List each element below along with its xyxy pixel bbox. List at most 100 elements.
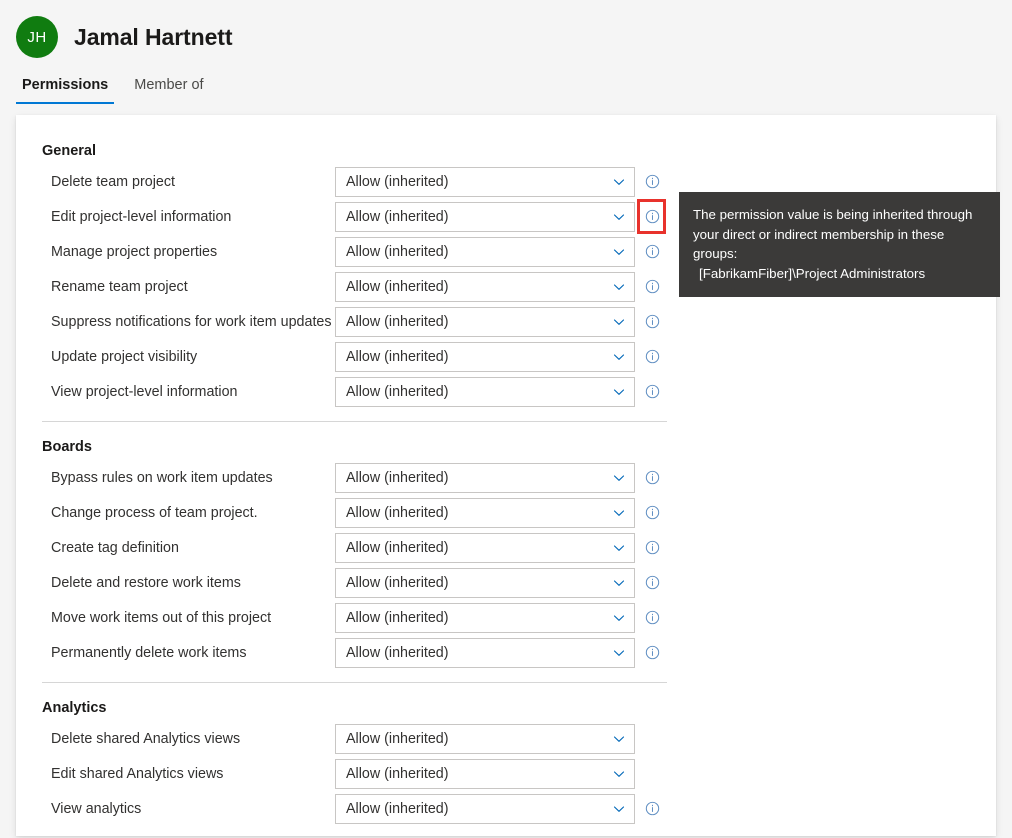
- permission-row: Move work items out of this projectAllow…: [42, 600, 694, 635]
- permission-dropdown[interactable]: Allow (inherited): [335, 533, 635, 563]
- section-title: General: [42, 143, 694, 159]
- permission-row: Change process of team project. Allow (in…: [42, 495, 694, 530]
- permission-dropdown[interactable]: Allow (inherited): [335, 794, 635, 824]
- permission-dropdown[interactable]: Allow (inherited): [335, 342, 635, 372]
- info-icon-slot: [635, 568, 669, 598]
- section-title: Boards: [42, 439, 694, 455]
- permission-dropdown-value: Allow (inherited): [346, 244, 449, 260]
- avatar: JH: [16, 16, 58, 58]
- permission-dropdown-value: Allow (inherited): [346, 505, 449, 521]
- permission-dropdown[interactable]: Allow (inherited): [335, 568, 635, 598]
- permission-control: Allow (inherited): [335, 272, 635, 302]
- chevron-down-icon: [613, 351, 625, 363]
- permission-dropdown[interactable]: Allow (inherited): [335, 724, 635, 754]
- permission-label: View analytics: [42, 801, 335, 817]
- permission-row: Create tag definition Allow (inherited): [42, 530, 694, 565]
- permission-control: Allow (inherited): [335, 568, 635, 598]
- chevron-down-icon: [613, 803, 625, 815]
- info-icon[interactable]: [645, 645, 660, 660]
- permission-control: Allow (inherited): [335, 167, 635, 197]
- chevron-down-icon: [613, 316, 625, 328]
- info-icon[interactable]: [645, 314, 660, 329]
- info-icon-slot: [635, 307, 669, 337]
- page-title: Jamal Hartnett: [74, 24, 232, 51]
- permission-row: Delete and restore work items Allow (inhe…: [42, 565, 694, 600]
- info-icon-slot: [635, 533, 669, 563]
- permission-control: Allow (inherited): [335, 759, 635, 789]
- info-icon[interactable]: [645, 384, 660, 399]
- permission-dropdown[interactable]: Allow (inherited): [335, 759, 635, 789]
- permission-label: Edit shared Analytics views: [42, 766, 335, 782]
- permission-row: Suppress notifications for work item upd…: [42, 304, 694, 339]
- permission-dropdown-value: Allow (inherited): [346, 384, 449, 400]
- info-icon-slot: [635, 463, 669, 493]
- page-header: JH Jamal Hartnett Permissions Member of: [0, 0, 1012, 108]
- permission-label: Delete shared Analytics views: [42, 731, 335, 747]
- permission-dropdown[interactable]: Allow (inherited): [335, 167, 635, 197]
- chevron-down-icon: [613, 612, 625, 624]
- section-title: Analytics: [42, 700, 694, 716]
- inheritance-tooltip: The permission value is being inherited …: [679, 192, 1000, 297]
- permission-dropdown-value: Allow (inherited): [346, 279, 449, 295]
- section-divider: [42, 421, 667, 422]
- chevron-down-icon: [613, 733, 625, 745]
- permission-section: General Delete team projectAllow (inherit…: [42, 143, 694, 409]
- info-icon[interactable]: [645, 470, 660, 485]
- permission-label: Delete and restore work items: [42, 575, 335, 591]
- info-icon[interactable]: [645, 610, 660, 625]
- permission-label: Permanently delete work items: [42, 645, 335, 661]
- tab-permissions[interactable]: Permissions: [16, 77, 114, 104]
- permission-row: Manage project propertiesAllow (inherite…: [42, 234, 694, 269]
- info-icon-slot: [635, 603, 669, 633]
- permission-dropdown[interactable]: Allow (inherited): [335, 638, 635, 668]
- chevron-down-icon: [613, 647, 625, 659]
- permission-dropdown[interactable]: Allow (inherited): [335, 498, 635, 528]
- info-icon[interactable]: [645, 801, 660, 816]
- permission-dropdown[interactable]: Allow (inherited): [335, 272, 635, 302]
- permission-dropdown[interactable]: Allow (inherited): [335, 202, 635, 232]
- info-icon[interactable]: [645, 349, 660, 364]
- info-icon[interactable]: [645, 575, 660, 590]
- chevron-down-icon: [613, 768, 625, 780]
- info-icon-slot: [635, 237, 669, 267]
- permission-dropdown[interactable]: Allow (inherited): [335, 463, 635, 493]
- chevron-down-icon: [613, 386, 625, 398]
- permission-row: Delete team projectAllow (inherited): [42, 164, 694, 199]
- permission-control: Allow (inherited): [335, 498, 635, 528]
- permission-row: Edit shared Analytics views Allow (inheri…: [42, 756, 694, 791]
- permission-label: View project-level information: [42, 384, 335, 400]
- info-icon-slot: [635, 724, 669, 754]
- info-icon[interactable]: [645, 244, 660, 259]
- tooltip-line-2: [FabrikamFiber]\Project Administrators: [693, 264, 986, 284]
- permission-label: Change process of team project.: [42, 505, 335, 521]
- permission-dropdown-value: Allow (inherited): [346, 540, 449, 556]
- info-icon-slot: [635, 759, 669, 789]
- info-icon[interactable]: [645, 505, 660, 520]
- permission-row: Update project visibilityAllow (inherite…: [42, 339, 694, 374]
- permission-label: Move work items out of this project: [42, 610, 335, 626]
- permission-dropdown[interactable]: Allow (inherited): [335, 237, 635, 267]
- tab-member-of[interactable]: Member of: [128, 77, 209, 104]
- permission-dropdown[interactable]: Allow (inherited): [335, 377, 635, 407]
- permission-dropdown-value: Allow (inherited): [346, 349, 449, 365]
- permission-control: Allow (inherited): [335, 638, 635, 668]
- info-icon-highlighted-slot: [635, 202, 669, 232]
- info-icon[interactable]: [645, 540, 660, 555]
- permission-dropdown-value: Allow (inherited): [346, 575, 449, 591]
- permission-label: Create tag definition: [42, 540, 335, 556]
- permission-dropdown[interactable]: Allow (inherited): [335, 307, 635, 337]
- permission-control: Allow (inherited): [335, 603, 635, 633]
- info-icon-slot: [635, 638, 669, 668]
- info-icon[interactable]: [645, 209, 660, 224]
- permission-row: Bypass rules on work item updatesAllow (…: [42, 460, 694, 495]
- info-icon[interactable]: [645, 279, 660, 294]
- identity-row: JH Jamal Hartnett: [16, 16, 232, 58]
- permission-control: Allow (inherited): [335, 463, 635, 493]
- info-icon[interactable]: [645, 174, 660, 189]
- chevron-down-icon: [613, 507, 625, 519]
- permission-control: Allow (inherited): [335, 237, 635, 267]
- permission-control: Allow (inherited): [335, 724, 635, 754]
- permission-dropdown[interactable]: Allow (inherited): [335, 603, 635, 633]
- info-icon-slot: [635, 167, 669, 197]
- permission-dropdown-value: Allow (inherited): [346, 766, 449, 782]
